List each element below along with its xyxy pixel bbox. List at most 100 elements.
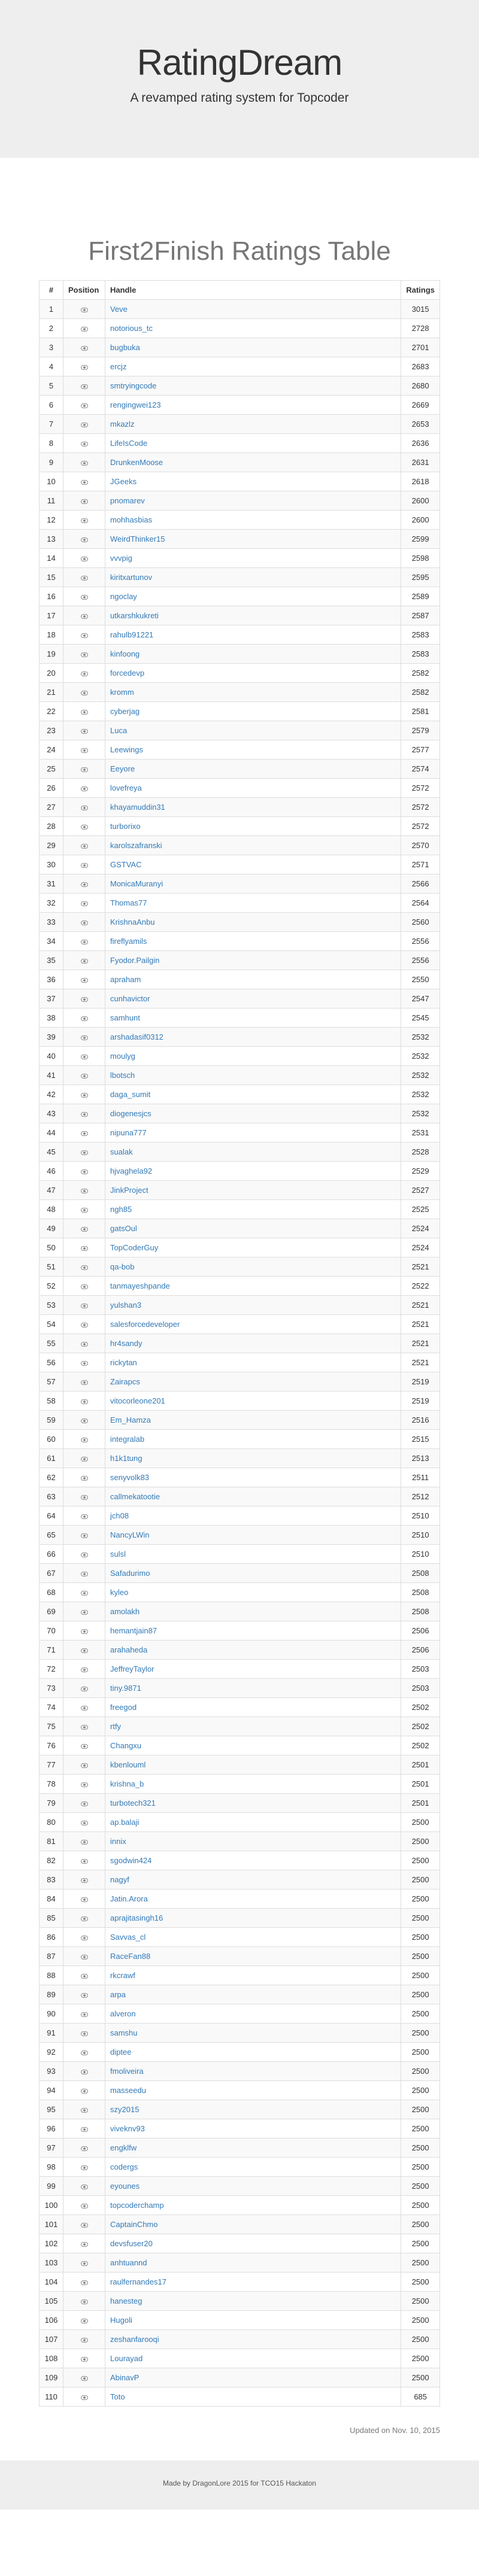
row-handle-link[interactable]: integralab (104, 1429, 402, 1449)
row-handle-link[interactable]: hanesteg (104, 2291, 402, 2311)
row-handle-link[interactable]: LifeIsCode (104, 433, 402, 453)
row-handle-link[interactable]: Safadurimo (104, 1563, 402, 1583)
row-position[interactable] (63, 606, 105, 625)
eye-icon[interactable] (80, 460, 88, 466)
row-position[interactable] (63, 1870, 105, 1890)
row-position[interactable] (63, 2023, 105, 2043)
row-position[interactable] (63, 874, 105, 894)
row-handle-link[interactable]: utkarshkukreti (104, 606, 402, 625)
row-handle-link[interactable]: Leewings (104, 740, 402, 760)
row-position[interactable] (63, 587, 105, 606)
eye-icon[interactable] (80, 1705, 88, 1711)
row-handle-link[interactable]: bugbuka (104, 338, 402, 357)
eye-icon[interactable] (80, 1667, 88, 1672)
row-handle-link[interactable]: yulshan3 (104, 1295, 402, 1315)
row-handle-link[interactable]: rtfy (104, 1717, 402, 1736)
row-position[interactable] (63, 1678, 105, 1698)
row-position[interactable] (63, 1755, 105, 1775)
row-position[interactable] (63, 1582, 105, 1602)
row-position[interactable] (63, 1468, 105, 1487)
eye-icon[interactable] (80, 1801, 88, 1806)
row-position[interactable] (63, 1659, 105, 1679)
row-position[interactable] (63, 2234, 105, 2253)
eye-icon[interactable] (80, 1743, 88, 1749)
row-handle-link[interactable]: viveknv93 (104, 2119, 402, 2138)
eye-icon[interactable] (80, 1992, 88, 1998)
eye-icon[interactable] (80, 671, 88, 676)
eye-icon[interactable] (80, 1303, 88, 1308)
row-position[interactable] (63, 1831, 105, 1851)
eye-icon[interactable] (80, 1858, 88, 1864)
row-handle-link[interactable]: Jatin.Arora (104, 1889, 402, 1909)
row-position[interactable] (63, 1602, 105, 1621)
row-handle-link[interactable]: zeshanfarooqi (104, 2329, 402, 2349)
row-handle-link[interactable]: TopCoderGuy (104, 1238, 402, 1257)
row-position[interactable] (63, 2195, 105, 2215)
row-position[interactable] (63, 778, 105, 798)
eye-icon[interactable] (80, 690, 88, 695)
row-position[interactable] (63, 2061, 105, 2081)
row-handle-link[interactable]: cunhavictor (104, 989, 402, 1008)
eye-icon[interactable] (80, 2395, 88, 2400)
row-handle-link[interactable]: RaceFan88 (104, 1946, 402, 1966)
eye-icon[interactable] (80, 901, 88, 906)
eye-icon[interactable] (80, 326, 88, 332)
row-position[interactable] (63, 1027, 105, 1047)
row-handle-link[interactable]: kiritxartunov (104, 567, 402, 587)
row-handle-link[interactable]: ngoclay (104, 587, 402, 606)
row-position[interactable] (63, 529, 105, 549)
row-position[interactable] (63, 338, 105, 357)
row-position[interactable] (63, 491, 105, 511)
eye-icon[interactable] (80, 2261, 88, 2266)
row-handle-link[interactable]: fmoliveira (104, 2061, 402, 2081)
row-handle-link[interactable]: Hugoli (104, 2310, 402, 2330)
eye-icon[interactable] (80, 403, 88, 408)
eye-icon[interactable] (80, 345, 88, 351)
eye-icon[interactable] (80, 2012, 88, 2017)
eye-icon[interactable] (80, 1494, 88, 1500)
eye-icon[interactable] (80, 1073, 88, 1079)
row-handle-link[interactable]: kbenlouml (104, 1755, 402, 1775)
row-handle-link[interactable]: raulfernandes17 (104, 2272, 402, 2292)
row-handle-link[interactable]: callmekatootie (104, 1487, 402, 1506)
eye-icon[interactable] (80, 1131, 88, 1136)
row-position[interactable] (63, 567, 105, 587)
eye-icon[interactable] (80, 1648, 88, 1653)
row-handle-link[interactable]: gatsOul (104, 1219, 402, 1238)
row-position[interactable] (63, 1697, 105, 1717)
eye-icon[interactable] (80, 556, 88, 561)
eye-icon[interactable] (80, 1820, 88, 1825)
row-handle-link[interactable]: samshu (104, 2023, 402, 2043)
eye-icon[interactable] (80, 1380, 88, 1385)
row-handle-link[interactable]: codergs (104, 2157, 402, 2177)
eye-icon[interactable] (80, 575, 88, 581)
row-position[interactable] (63, 1621, 105, 1641)
row-handle-link[interactable]: kinfoong (104, 644, 402, 664)
eye-icon[interactable] (80, 2165, 88, 2170)
row-position[interactable] (63, 912, 105, 932)
row-handle-link[interactable]: freegod (104, 1697, 402, 1717)
eye-icon[interactable] (80, 2241, 88, 2247)
row-position[interactable] (63, 625, 105, 645)
row-handle-link[interactable]: vitocorleone201 (104, 1391, 402, 1411)
eye-icon[interactable] (80, 2146, 88, 2151)
eye-icon[interactable] (80, 1054, 88, 1059)
row-handle-link[interactable]: kyleo (104, 1582, 402, 1602)
row-handle-link[interactable]: tiny.9871 (104, 1678, 402, 1698)
eye-icon[interactable] (80, 1609, 88, 1615)
eye-icon[interactable] (80, 2299, 88, 2304)
row-position[interactable] (63, 1065, 105, 1085)
row-position[interactable] (63, 1199, 105, 1219)
row-handle-link[interactable]: rkcrawf (104, 1966, 402, 1985)
eye-icon[interactable] (80, 1265, 88, 1270)
row-handle-link[interactable]: kromm (104, 682, 402, 702)
row-handle-link[interactable]: Zairapcs (104, 1372, 402, 1392)
row-position[interactable] (63, 740, 105, 760)
eye-icon[interactable] (80, 2337, 88, 2343)
eye-icon[interactable] (80, 862, 88, 868)
row-handle-link[interactable]: senyvolk83 (104, 1468, 402, 1487)
row-handle-link[interactable]: daga_sumit (104, 1085, 402, 1104)
row-handle-link[interactable]: ap.balaji (104, 1812, 402, 1832)
row-handle-link[interactable]: DrunkenMoose (104, 452, 402, 472)
row-position[interactable] (63, 663, 105, 683)
